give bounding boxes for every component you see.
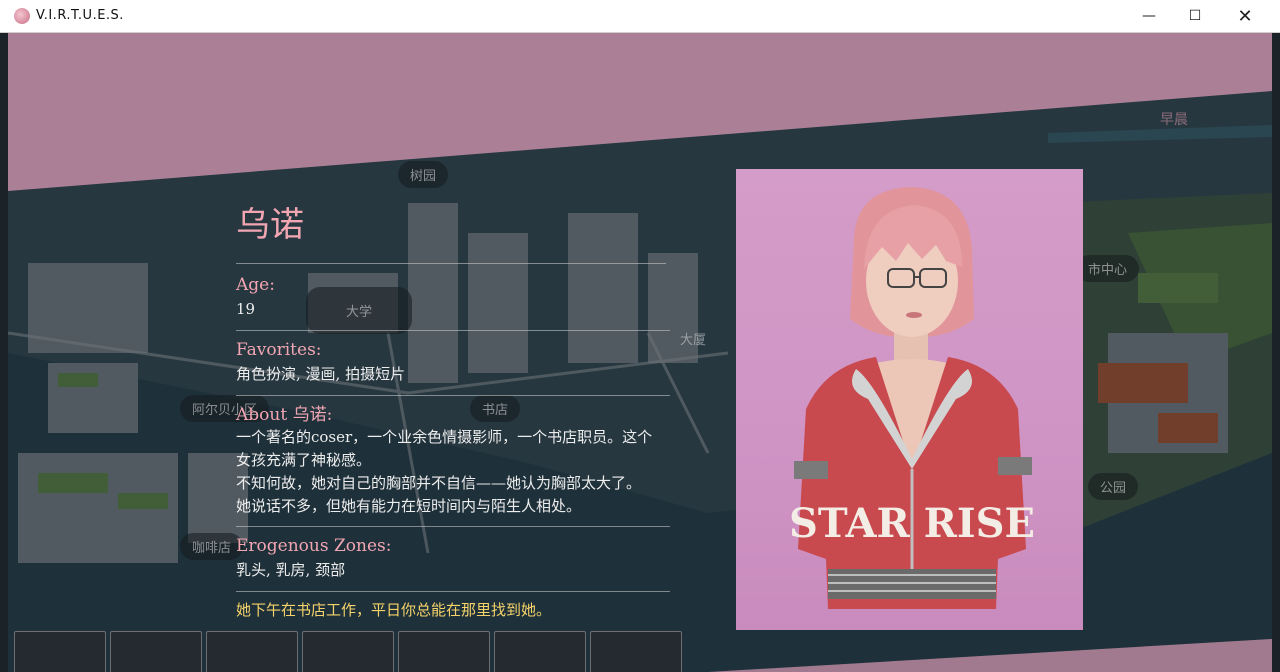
character-thumbnail[interactable] bbox=[206, 631, 298, 672]
divider bbox=[236, 330, 670, 331]
erogenous-value: 乳头, 乳房, 颈部 bbox=[236, 561, 346, 579]
minimize-button[interactable]: — bbox=[1126, 0, 1172, 32]
game-viewport: 树园 大学 大厦 市中心 公园 咖啡店 书店 阿尔贝小区 早晨 乌诺 Age: … bbox=[8, 33, 1272, 672]
character-thumbnail[interactable] bbox=[494, 631, 586, 672]
divider bbox=[236, 591, 670, 592]
character-portrait: STAR RISE bbox=[736, 169, 1083, 630]
erogenous-section: Erogenous Zones: 乳头, 乳房, 颈部 bbox=[236, 535, 670, 587]
favorites-label: Favorites: bbox=[236, 340, 322, 360]
portrait-shirt-text: STAR RISE bbox=[789, 500, 1035, 547]
time-of-day-label: 早晨 bbox=[1160, 112, 1188, 128]
maximize-button[interactable]: ☐ bbox=[1172, 0, 1218, 32]
close-button[interactable]: ✕ bbox=[1222, 0, 1268, 32]
character-thumbnail[interactable] bbox=[398, 631, 490, 672]
character-thumbnail[interactable] bbox=[14, 631, 106, 672]
about-line: 女孩充满了神秘感。 bbox=[236, 451, 372, 469]
divider bbox=[236, 263, 666, 264]
about-line: 她说话不多，但她有能力在短时间内与陌生人相处。 bbox=[236, 497, 582, 515]
erogenous-label: Erogenous Zones: bbox=[236, 536, 392, 556]
character-thumbnail[interactable] bbox=[590, 631, 682, 672]
character-name: 乌诺 bbox=[236, 205, 304, 245]
about-line: 不知何故，她对自己的胸部并不自信——她认为胸部太大了。 bbox=[236, 474, 642, 492]
divider bbox=[236, 526, 670, 527]
age-value: 19 bbox=[236, 300, 256, 318]
about-label: About 乌诺: bbox=[236, 405, 333, 425]
favorites-value: 角色扮演, 漫画, 拍摄短片 bbox=[236, 365, 406, 383]
app-icon bbox=[14, 8, 30, 24]
about-line: 一个著名的coser，一个业余色情摄影师，一个书店职员。这个 bbox=[236, 428, 653, 446]
location-hint: 她下午在书店工作，平日你总能在那里找到她。 bbox=[236, 601, 552, 619]
age-section: Age: 19 bbox=[236, 274, 670, 326]
window-title-bar: V.I.R.T.U.E.S. — ☐ ✕ bbox=[0, 0, 1280, 33]
character-profile-panel: 乌诺 Age: 19 Favorites: 角色扮演, 漫画, 拍摄短片 Abo… bbox=[236, 203, 670, 622]
about-section: About 乌诺: 一个著名的coser，一个业余色情摄影师，一个书店职员。这个… bbox=[236, 404, 670, 522]
age-label: Age: bbox=[236, 275, 275, 295]
character-thumbnail[interactable] bbox=[302, 631, 394, 672]
character-thumbnail[interactable] bbox=[110, 631, 202, 672]
divider bbox=[236, 395, 670, 396]
favorites-section: Favorites: 角色扮演, 漫画, 拍摄短片 bbox=[236, 339, 670, 391]
window-title: V.I.R.T.U.E.S. bbox=[36, 8, 124, 23]
